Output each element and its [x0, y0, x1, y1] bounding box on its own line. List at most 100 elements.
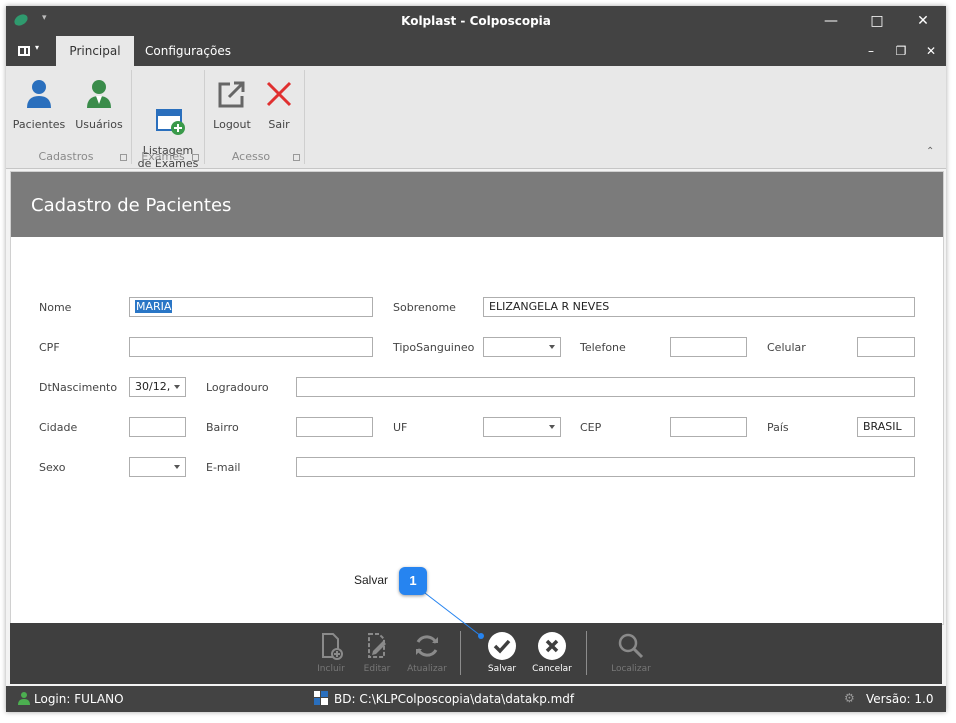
uf-select[interactable]	[483, 417, 561, 437]
chevron-down-icon	[549, 425, 555, 429]
cadastros-launcher-icon[interactable]	[120, 154, 127, 161]
sair-button[interactable]: Sair	[259, 74, 299, 144]
check-circle-icon	[487, 631, 517, 661]
callout-label: Salvar	[354, 573, 389, 587]
window-title: Kolplast - Colposcopia	[401, 14, 551, 28]
listagem-exames-button[interactable]: Listagem de Exames	[136, 74, 200, 170]
maximize-button[interactable]: □	[854, 6, 900, 36]
database-icon	[314, 691, 328, 708]
uf-label: UF	[393, 421, 408, 434]
exames-launcher-icon[interactable]	[192, 154, 199, 161]
app-window: ▾ Kolplast - Colposcopia — □ ✕ ▾ Princip…	[6, 6, 946, 712]
celular-label: Celular	[767, 341, 806, 354]
editar-label: Editar	[363, 664, 391, 674]
version-label: Versão: 1.0	[866, 692, 934, 706]
acesso-launcher-icon[interactable]	[293, 154, 300, 161]
status-bar: Login: FULANO BD: C:\KLPColposcopia\data…	[6, 686, 946, 712]
app-menu-button[interactable]: ▾	[18, 43, 42, 59]
database-path: BD: C:\KLPColposcopia\data\datakp.mdf	[334, 692, 575, 706]
tiposanguineo-select[interactable]	[483, 337, 561, 357]
cep-label: CEP	[580, 421, 602, 434]
page-title: Cadastro de Pacientes	[31, 195, 232, 216]
add-window-icon	[148, 87, 188, 135]
dtnascimento-value: 30/12,	[135, 380, 171, 393]
telefone-input[interactable]	[670, 337, 747, 357]
title-bar: ▾ Kolplast - Colposcopia — □ ✕	[6, 6, 946, 36]
celular-input[interactable]	[857, 337, 915, 357]
bairro-label: Bairro	[206, 421, 239, 434]
pacientes-label: Pacientes	[12, 118, 66, 131]
usuarios-button[interactable]: Usuários	[72, 74, 126, 144]
atualizar-label: Atualizar	[407, 664, 447, 674]
sexo-label: Sexo	[39, 461, 66, 474]
dtnascimento-label: DtNascimento	[39, 381, 118, 394]
email-input[interactable]	[296, 457, 915, 477]
cancelar-button[interactable]: Cancelar	[527, 631, 577, 681]
mdi-close-button[interactable]: ✕	[916, 36, 946, 66]
chevron-down-icon	[174, 465, 180, 469]
tab-principal[interactable]: Principal	[56, 36, 134, 66]
chevron-down-icon	[174, 385, 180, 389]
callout-badge: 1	[399, 567, 427, 595]
cidade-label: Cidade	[39, 421, 78, 434]
sobrenome-label: Sobrenome	[393, 301, 456, 314]
salvar-label: Salvar	[487, 664, 517, 674]
pais-label: País	[767, 421, 789, 434]
search-icon	[616, 631, 646, 661]
edit-document-icon	[362, 631, 392, 661]
nome-label: Nome	[39, 301, 72, 314]
mdi-restore-button[interactable]: ❐	[886, 36, 916, 66]
nome-input[interactable]: MARIA	[129, 297, 373, 317]
toolbar-separator	[460, 631, 461, 675]
tab-configuracoes[interactable]: Configurações	[140, 36, 236, 66]
form-panel: Cadastro de Pacientes Nome MARIA Sobreno…	[10, 171, 944, 625]
ribbon-separator	[204, 70, 205, 164]
mdi-minimize-button[interactable]: –	[856, 36, 886, 66]
sexo-select[interactable]	[129, 457, 186, 477]
tiposanguineo-label: TipoSanguineo	[393, 341, 475, 354]
sobrenome-input[interactable]: ELIZANGELA R NEVES	[483, 297, 915, 317]
nome-value: MARIA	[135, 300, 173, 313]
close-window-button[interactable]: ✕	[900, 6, 946, 36]
group-label-cadastros: Cadastros	[38, 150, 94, 163]
sair-label: Sair	[268, 118, 290, 131]
logout-button[interactable]: Logout	[209, 74, 255, 144]
incluir-label: Incluir	[317, 664, 345, 674]
salvar-button[interactable]: Salvar	[477, 631, 527, 681]
usuarios-label: Usuários	[75, 118, 123, 131]
chevron-down-icon: ▾	[35, 43, 40, 52]
bairro-input[interactable]	[296, 417, 373, 437]
pacientes-button[interactable]: Pacientes	[12, 74, 66, 144]
cidade-input[interactable]	[129, 417, 186, 437]
group-label-exames: Exames	[141, 150, 185, 163]
user-icon	[19, 74, 59, 114]
logradouro-label: Logradouro	[206, 381, 269, 394]
atualizar-button[interactable]: Atualizar	[402, 631, 452, 681]
close-red-icon	[259, 74, 299, 114]
logradouro-input[interactable]	[296, 377, 915, 397]
ribbon-tab-bar: ▾ Principal Configurações – ❐ ✕	[6, 36, 946, 66]
dtnascimento-picker[interactable]: 30/12,	[129, 377, 186, 397]
minimize-button[interactable]: —	[808, 6, 854, 36]
login-status: Login: FULANO	[34, 692, 124, 706]
incluir-button[interactable]: Incluir	[306, 631, 356, 681]
chevron-down-icon	[549, 345, 555, 349]
logout-icon	[212, 74, 252, 114]
editar-button[interactable]: Editar	[352, 631, 402, 681]
login-user-icon	[18, 691, 30, 708]
gear-icon: ⚙	[844, 691, 855, 705]
cep-input[interactable]	[670, 417, 747, 437]
email-label: E-mail	[206, 461, 241, 474]
action-toolbar: Incluir Editar Atualizar Salvar Cancelar…	[10, 623, 942, 684]
ribbon-separator	[304, 70, 305, 164]
toolbar-separator	[586, 631, 587, 675]
pais-input[interactable]: BRASIL	[857, 417, 915, 437]
cpf-input[interactable]	[129, 337, 373, 357]
logout-label: Logout	[213, 118, 251, 131]
localizar-label: Localizar	[611, 664, 651, 674]
localizar-button[interactable]: Localizar	[606, 631, 656, 681]
add-document-icon	[316, 631, 346, 661]
cpf-label: CPF	[39, 341, 60, 354]
menu-icon	[18, 46, 30, 56]
collapse-ribbon-icon[interactable]: ⌃	[926, 146, 934, 157]
